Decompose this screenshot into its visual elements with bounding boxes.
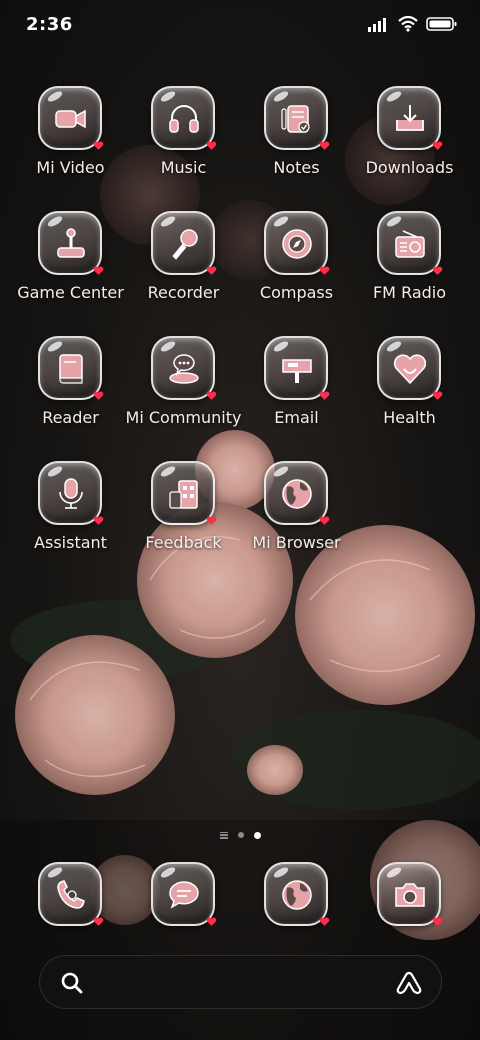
health-tile[interactable] (377, 336, 443, 400)
heart-badge-icon (206, 391, 217, 400)
heart-badge-icon (432, 266, 443, 275)
dock-camera[interactable] (353, 862, 466, 932)
dock-phone[interactable] (14, 862, 127, 932)
camera-icon (395, 883, 425, 907)
heart-badge-icon (432, 391, 443, 400)
mailbox-icon (282, 359, 312, 383)
search-bar[interactable] (39, 955, 442, 1009)
heart-badge-icon (206, 266, 217, 275)
app-compass[interactable]: Compass (240, 211, 353, 321)
heart-badge-icon (319, 391, 330, 400)
app-label: Health (383, 408, 436, 427)
app-game-center[interactable]: Game Center (14, 211, 127, 321)
book-icon (59, 354, 83, 384)
heart-badge-icon (93, 266, 104, 275)
heart-badge-icon (319, 917, 330, 926)
app-label: Mi Browser (252, 533, 341, 552)
page-dot-active[interactable] (253, 831, 261, 839)
dock-messages[interactable] (127, 862, 240, 932)
message-icon (169, 881, 199, 909)
app-label: Downloads (365, 158, 454, 177)
notes-tile[interactable] (264, 86, 330, 150)
heart-badge-icon (319, 141, 330, 150)
heart-badge-icon (206, 917, 217, 926)
feedback-tile[interactable] (151, 461, 217, 525)
game-center-tile[interactable] (38, 211, 104, 275)
app-assistant[interactable]: Assistant (14, 461, 127, 571)
app-mi-browser[interactable]: Mi Browser (240, 461, 353, 571)
heart-badge-icon (93, 391, 104, 400)
video-camera-icon (55, 109, 86, 129)
heart-badge-icon (319, 266, 330, 275)
app-notes[interactable]: Notes (240, 86, 353, 196)
app-reader[interactable]: Reader (14, 336, 127, 446)
heart-badge-icon (319, 516, 330, 525)
assistant-triangle-icon[interactable] (395, 969, 423, 997)
status-time: 2:36 (26, 14, 73, 35)
globe-icon (282, 880, 312, 910)
chat-bubble-icon (169, 354, 199, 384)
downloads-tile[interactable] (377, 86, 443, 150)
globe-icon (282, 479, 312, 509)
phone-icon (57, 880, 85, 909)
messages-tile[interactable] (151, 862, 217, 926)
compass-tile[interactable] (264, 211, 330, 275)
fm-radio-tile[interactable] (377, 211, 443, 275)
camera-tile[interactable] (377, 862, 443, 926)
download-icon (396, 105, 424, 131)
assistant-tile[interactable] (38, 461, 104, 525)
microphone-handheld-icon (172, 229, 198, 260)
heart-badge-icon (206, 516, 217, 525)
phone-tile[interactable] (38, 862, 104, 926)
wifi-icon (398, 16, 418, 32)
app-mi-video[interactable]: Mi Video (14, 86, 127, 196)
browser-tile[interactable] (264, 862, 330, 926)
app-fm-radio[interactable]: FM Radio (353, 211, 466, 321)
page-indicator[interactable] (0, 829, 480, 841)
heart-badge-icon (93, 516, 104, 525)
page-dot-feed-icon[interactable] (219, 831, 228, 839)
app-downloads[interactable]: Downloads (353, 86, 466, 196)
notes-icon (281, 105, 310, 133)
app-mi-community[interactable]: Mi Community (126, 336, 241, 446)
mi-community-tile[interactable] (151, 336, 217, 400)
microphone-icon (59, 478, 83, 509)
reader-tile[interactable] (38, 336, 104, 400)
status-icons (368, 16, 458, 32)
app-email[interactable]: Email (240, 336, 353, 446)
mi-video-tile[interactable] (38, 86, 104, 150)
heart-badge-icon (206, 141, 217, 150)
mi-browser-tile[interactable] (264, 461, 330, 525)
heart-icon (393, 354, 427, 385)
compass-icon (282, 229, 312, 259)
app-recorder[interactable]: Recorder (127, 211, 240, 321)
app-label: FM Radio (372, 283, 447, 302)
app-health[interactable]: Health (353, 336, 466, 446)
dock-browser[interactable] (240, 862, 353, 932)
app-music[interactable]: Music (127, 86, 240, 196)
recorder-tile[interactable] (151, 211, 217, 275)
app-feedback[interactable]: Feedback (127, 461, 240, 571)
search-icon[interactable] (60, 971, 84, 995)
music-tile[interactable] (151, 86, 217, 150)
status-bar: 2:36 (0, 0, 480, 52)
headphones-icon (169, 105, 199, 133)
heart-badge-icon (432, 141, 443, 150)
joystick-icon (57, 228, 85, 258)
signal-icon (368, 18, 386, 32)
building-icon (169, 480, 198, 509)
dock (14, 862, 466, 942)
radio-icon (395, 230, 425, 258)
heart-badge-icon (93, 917, 104, 926)
battery-icon (426, 17, 457, 31)
page-dot[interactable] (237, 832, 244, 838)
email-tile[interactable] (264, 336, 330, 400)
heart-badge-icon (93, 141, 104, 150)
heart-badge-icon (432, 917, 443, 926)
